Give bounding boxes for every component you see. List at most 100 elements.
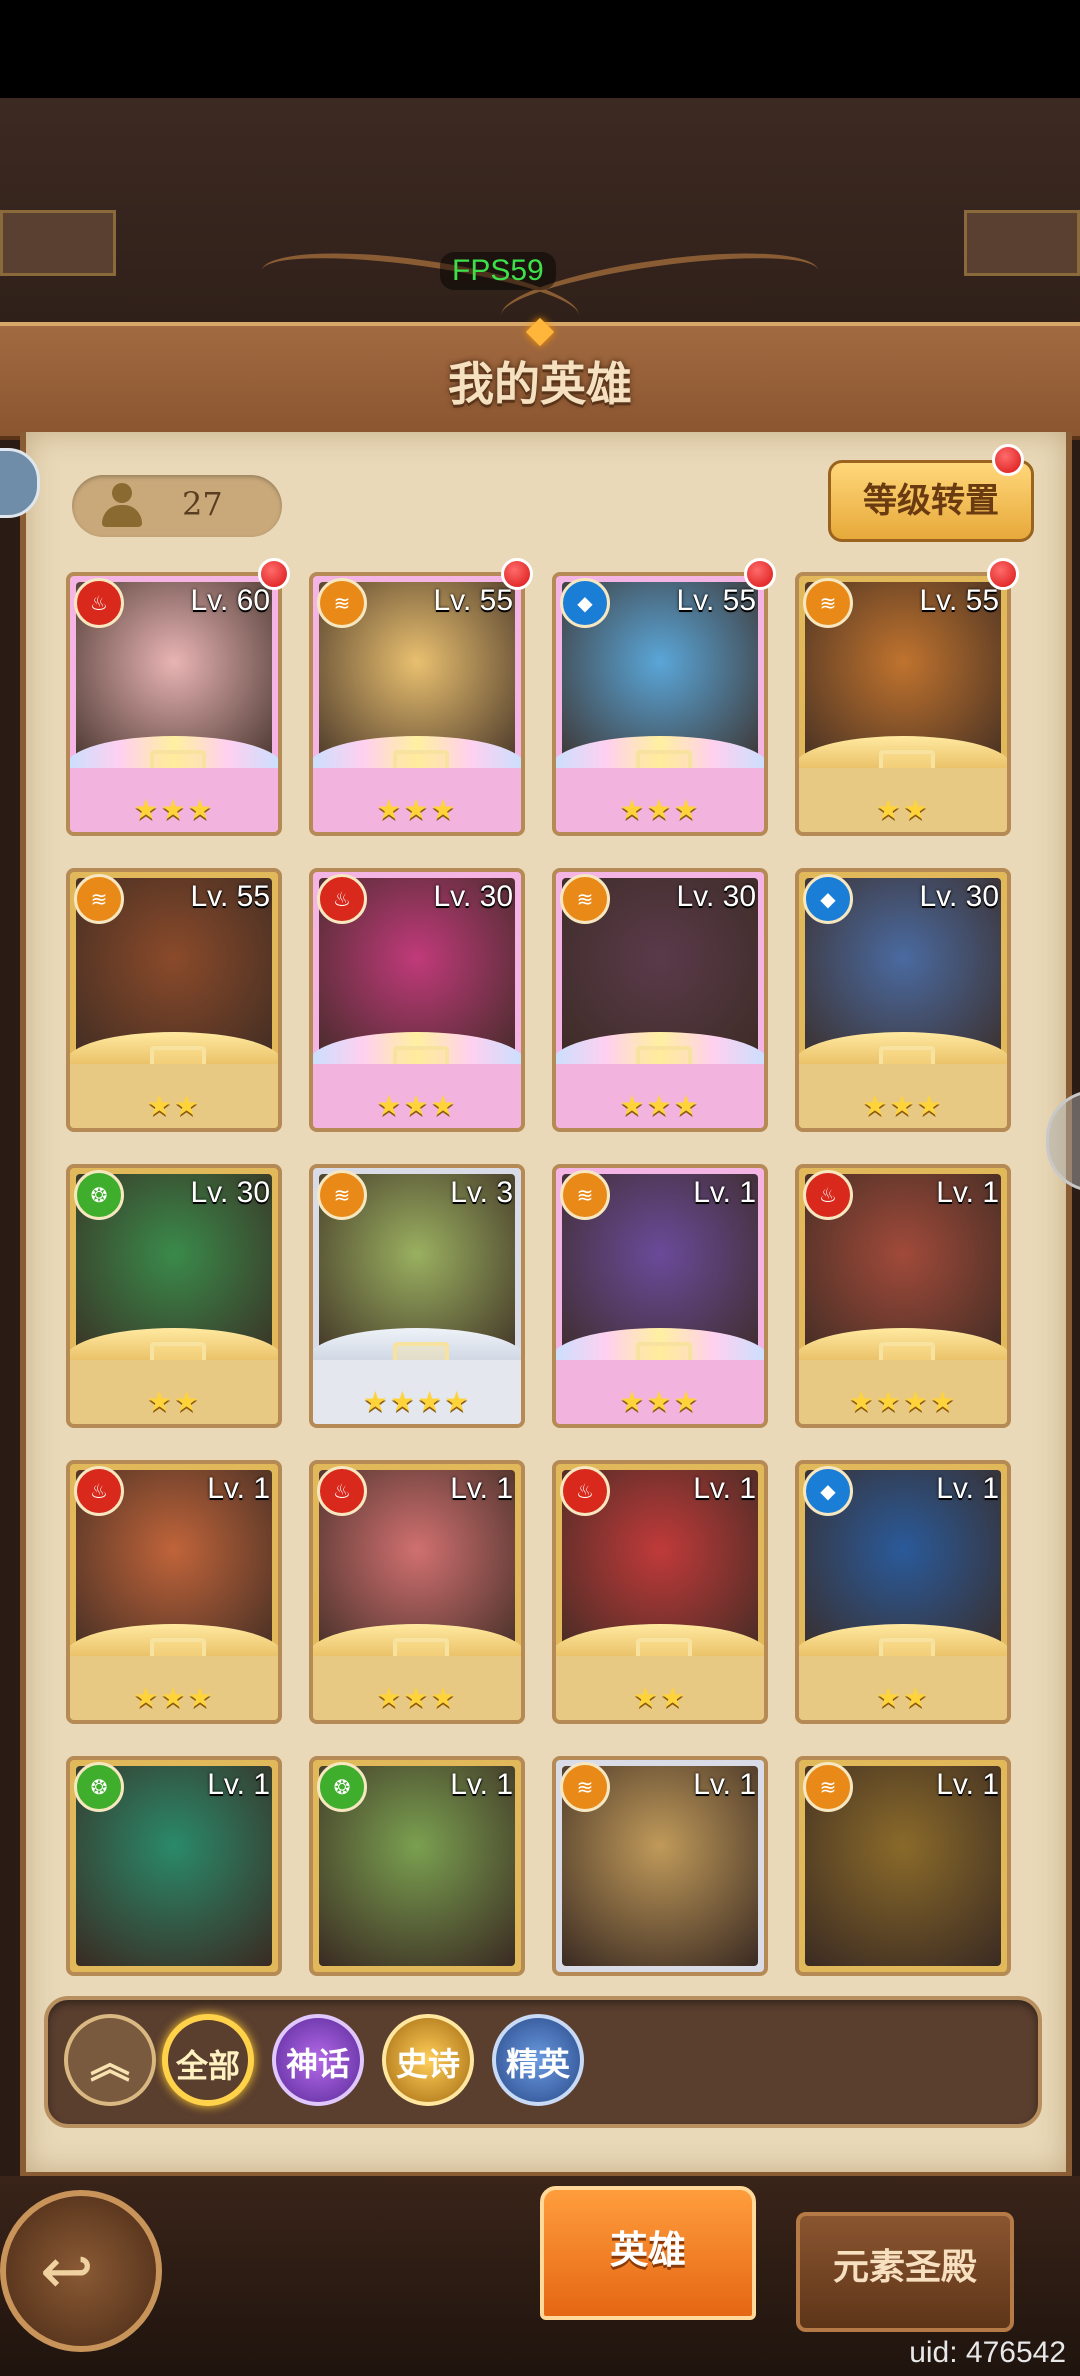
wind-element-icon: ≋ xyxy=(317,1170,367,1220)
hero-card[interactable]: ≋ Lv. 55 ★★ xyxy=(795,572,1011,836)
hero-card[interactable]: ❂ Lv. 1 xyxy=(309,1756,525,1976)
hero-card[interactable]: ♨ Lv. 1 ★★★ xyxy=(66,1460,282,1724)
wind-element-icon: ≋ xyxy=(317,578,367,628)
notification-dot xyxy=(258,558,290,590)
hero-card[interactable]: ≋ Lv. 1 ★★★ xyxy=(552,1164,768,1428)
user-id-label: uid: 476542 xyxy=(909,2336,1066,2369)
hero-card[interactable]: ≋ Lv. 55 ★★★ xyxy=(309,572,525,836)
back-arrow-icon: ↩ xyxy=(40,2235,94,2309)
hero-card[interactable]: ≋ Lv. 1 xyxy=(552,1756,768,1976)
water-element-icon: ◆ xyxy=(803,1466,853,1516)
filter-epic-button[interactable]: 史诗 xyxy=(382,2014,474,2106)
star-rating: ★★ xyxy=(632,1681,688,1714)
star-rating: ★★★ xyxy=(376,1681,458,1714)
star-rating: ★★★ xyxy=(376,1089,458,1122)
hero-level: Lv. 55 xyxy=(190,880,271,913)
star-rating: ★★★ xyxy=(376,793,458,826)
hero-card[interactable]: ♨ Lv. 1 ★★★ xyxy=(309,1460,525,1724)
hero-level: Lv. 60 xyxy=(190,584,271,617)
earth-element-icon: ❂ xyxy=(317,1762,367,1812)
water-element-icon: ◆ xyxy=(803,874,853,924)
water-element-icon: ◆ xyxy=(560,578,610,628)
hero-level: Lv. 1 xyxy=(207,1472,270,1505)
hero-count-badge: 27 xyxy=(72,475,282,537)
star-rating: ★★★★ xyxy=(848,1385,958,1418)
hero-level: Lv. 1 xyxy=(450,1472,513,1505)
hero-level: Lv. 3 xyxy=(450,1176,513,1209)
wind-element-icon: ≋ xyxy=(560,874,610,924)
fire-element-icon: ♨ xyxy=(317,874,367,924)
hero-card[interactable]: ◆ Lv. 55 ★★★ xyxy=(552,572,768,836)
wind-element-icon: ≋ xyxy=(560,1170,610,1220)
star-rating: ★★ xyxy=(146,1089,202,1122)
fire-element-icon: ♨ xyxy=(74,578,124,628)
earth-element-icon: ❂ xyxy=(74,1170,124,1220)
hero-level: Lv. 1 xyxy=(207,1768,270,1801)
hero-level: Lv. 30 xyxy=(676,880,757,913)
filter-elite-button[interactable]: 精英 xyxy=(492,2014,584,2106)
star-rating: ★★★★ xyxy=(362,1385,472,1418)
hero-card[interactable]: ◆ Lv. 30 ★★★ xyxy=(795,868,1011,1132)
wind-element-icon: ≋ xyxy=(803,1762,853,1812)
fire-element-icon: ♨ xyxy=(317,1466,367,1516)
tab-element-shrine[interactable]: 元素圣殿 xyxy=(796,2212,1014,2332)
fire-element-icon: ♨ xyxy=(560,1466,610,1516)
notification-dot xyxy=(992,444,1024,476)
hero-level: Lv. 55 xyxy=(676,584,757,617)
right-pillar-decoration xyxy=(964,210,1080,276)
star-rating: ★★★ xyxy=(619,793,701,826)
hero-level: Lv. 55 xyxy=(433,584,514,617)
notification-dot xyxy=(501,558,533,590)
wind-element-icon: ≋ xyxy=(803,578,853,628)
star-rating: ★★★ xyxy=(133,1681,215,1714)
back-button[interactable]: ↩ xyxy=(0,2190,162,2352)
hero-level: Lv. 1 xyxy=(693,1176,756,1209)
star-rating: ★★★ xyxy=(619,1089,701,1122)
hero-card[interactable]: ♨ Lv. 1 ★★ xyxy=(552,1460,768,1724)
tab-hero[interactable]: 英雄 xyxy=(540,2186,756,2320)
filter-myth-button[interactable]: 神话 xyxy=(272,2014,364,2106)
wind-element-icon: ≋ xyxy=(74,874,124,924)
hero-level: Lv. 30 xyxy=(190,1176,271,1209)
hero-level: Lv. 30 xyxy=(433,880,514,913)
star-rating: ★★★ xyxy=(619,1385,701,1418)
hero-card[interactable]: ≋ Lv. 55 ★★ xyxy=(66,868,282,1132)
hero-card[interactable]: ≋ Lv. 3 ★★★★ xyxy=(309,1164,525,1428)
filter-all-button[interactable]: 全部 xyxy=(162,2014,254,2106)
hero-level: Lv. 1 xyxy=(936,1768,999,1801)
page-title: 我的英雄 xyxy=(448,357,632,411)
hero-card[interactable]: ♨ Lv. 30 ★★★ xyxy=(309,868,525,1132)
left-pillar-decoration xyxy=(0,210,116,276)
star-rating: ★★ xyxy=(875,793,931,826)
hero-level: Lv. 1 xyxy=(936,1472,999,1505)
hero-card[interactable]: ♨ Lv. 1 ★★★★ xyxy=(795,1164,1011,1428)
fire-element-icon: ♨ xyxy=(803,1170,853,1220)
filter-bar: ︽ 全部 神话 史诗 精英 xyxy=(44,1996,1042,2128)
star-rating: ★★ xyxy=(146,1385,202,1418)
earth-element-icon: ❂ xyxy=(74,1762,124,1812)
star-rating: ★★ xyxy=(875,1681,931,1714)
fire-element-icon: ♨ xyxy=(74,1466,124,1516)
hero-level: Lv. 1 xyxy=(936,1176,999,1209)
hero-level: Lv. 30 xyxy=(919,880,1000,913)
person-icon xyxy=(100,483,144,529)
fps-counter: FPS59 xyxy=(440,252,556,290)
status-bar xyxy=(0,0,1080,98)
star-rating: ★★★ xyxy=(133,793,215,826)
star-rating: ★★★ xyxy=(862,1089,944,1122)
notification-dot xyxy=(744,558,776,590)
hero-card[interactable]: ≋ Lv. 1 xyxy=(795,1756,1011,1976)
hero-level: Lv. 1 xyxy=(450,1768,513,1801)
hero-level: Lv. 1 xyxy=(693,1768,756,1801)
hero-card[interactable]: ❂ Lv. 1 xyxy=(66,1756,282,1976)
hero-card[interactable]: ❂ Lv. 30 ★★ xyxy=(66,1164,282,1428)
hero-card[interactable]: ♨ Lv. 60 ★★★ xyxy=(66,572,282,836)
hero-level: Lv. 55 xyxy=(919,584,1000,617)
notification-dot xyxy=(987,558,1019,590)
hero-card[interactable]: ◆ Lv. 1 ★★ xyxy=(795,1460,1011,1724)
wind-element-icon: ≋ xyxy=(560,1762,610,1812)
hero-card[interactable]: ≋ Lv. 30 ★★★ xyxy=(552,868,768,1132)
collapse-icon[interactable]: ︽ xyxy=(64,2014,156,2106)
hero-count-value: 27 xyxy=(182,485,223,523)
hero-level: Lv. 1 xyxy=(693,1472,756,1505)
